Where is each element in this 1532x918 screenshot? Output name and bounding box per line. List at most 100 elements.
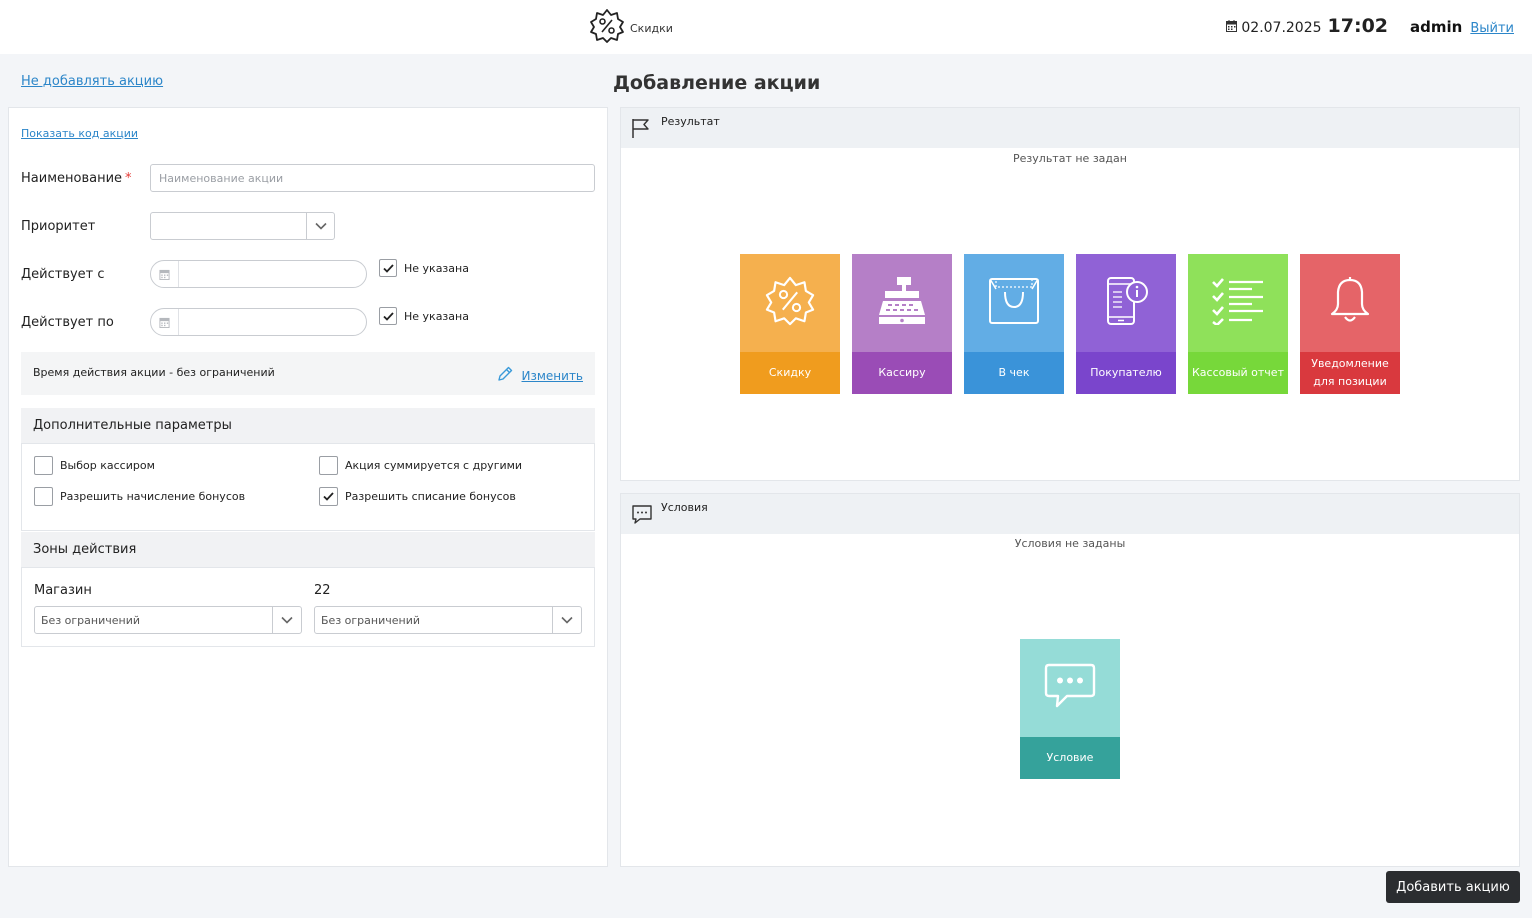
priority-label: Приоритет <box>21 218 96 234</box>
option-label: Разрешить начисление бонусов <box>60 490 246 503</box>
to-date-input[interactable] <box>150 308 367 336</box>
top-bar: Скидки 02.07.2025 17:02 admin Выйти <box>0 0 1532 54</box>
extra-params-body: Выбор кассиром Акция суммируется с други… <box>21 443 595 531</box>
current-time: 17:02 <box>1327 15 1389 37</box>
option-stackable[interactable]: Акция суммируется с другими <box>319 456 522 475</box>
tile-icon-area <box>964 254 1064 352</box>
to-label: Действует по <box>21 314 114 330</box>
result-title: Результат <box>661 115 720 128</box>
flag-icon <box>631 117 651 143</box>
header-right: 02.07.2025 17:02 admin Выйти <box>1226 15 1514 37</box>
result-tile-cash-report[interactable]: Кассовый отчет <box>1188 254 1288 394</box>
extra-params-header: Дополнительные параметры <box>21 408 595 444</box>
option-label: Выбор кассиром <box>60 459 155 472</box>
conditions-header: Условия <box>621 494 1519 534</box>
checkbox-checked[interactable] <box>379 259 397 277</box>
tile-icon-area <box>1300 254 1400 352</box>
shopping-bag-icon <box>988 275 1040 331</box>
app-title: Скидки <box>630 21 673 35</box>
tile-label: Скидку <box>740 352 840 394</box>
result-tile-receipt[interactable]: В чек <box>964 254 1064 394</box>
zones-header: Зоны действия <box>21 532 595 568</box>
promo-form-panel: Показать код акции Наименование* Приорит… <box>8 107 608 867</box>
option-label: Разрешить списание бонусов <box>345 490 516 503</box>
conditions-empty-text: Условия не заданы <box>1014 537 1126 550</box>
tile-label: Условие <box>1020 737 1120 779</box>
result-tile-cashier[interactable]: Кассиру <box>852 254 952 394</box>
show-code-link[interactable]: Показать код акции <box>21 127 138 140</box>
calendar-icon[interactable] <box>151 261 179 287</box>
option-cashier-choice[interactable]: Выбор кассиром <box>34 456 155 475</box>
chat-bubble-icon <box>1043 661 1097 715</box>
checkbox[interactable] <box>34 487 53 506</box>
current-date: 02.07.2025 <box>1241 20 1322 36</box>
pencil-icon <box>496 365 514 386</box>
conditions-title: Условия <box>661 501 708 514</box>
tile-label: Покупателю <box>1076 352 1176 394</box>
zone-22-select[interactable]: Без ограничений <box>314 606 582 634</box>
add-promo-button[interactable]: Добавить акцию <box>1386 871 1520 903</box>
discount-badge-icon <box>589 8 625 48</box>
checklist-icon <box>1212 277 1264 329</box>
tile-label: Уведомление для позиции <box>1300 352 1400 394</box>
result-tile-notification[interactable]: Уведомление для позиции <box>1300 254 1400 394</box>
calendar-icon[interactable] <box>151 309 179 335</box>
priority-row: Приоритет <box>21 212 335 240</box>
from-date-input[interactable] <box>150 260 367 288</box>
validity-text: Время действия акции - без ограничений <box>33 366 275 379</box>
option-allow-bonus-writeoff[interactable]: Разрешить списание бонусов <box>319 487 516 506</box>
name-row: Наименование * <box>21 164 595 192</box>
zone-22-label: 22 <box>314 583 331 598</box>
zones-body: Магазин Без ограничений 22 Без ограничен… <box>21 567 595 647</box>
conditions-panel: Условия Условия не заданы Условие <box>620 493 1520 867</box>
checkbox-checked[interactable] <box>379 307 397 325</box>
result-tile-discount[interactable]: Скидку <box>740 254 840 394</box>
tile-icon-area <box>1076 254 1176 352</box>
name-input[interactable] <box>150 164 595 192</box>
condition-tile[interactable]: Условие <box>1020 639 1120 779</box>
chevron-down-icon <box>306 213 334 239</box>
option-label: Акция суммируется с другими <box>345 459 523 472</box>
required-mark: * <box>125 170 132 186</box>
cancel-add-link[interactable]: Не добавлять акцию <box>21 74 163 89</box>
tile-label: Кассовый отчет <box>1188 352 1288 394</box>
from-not-set-checkbox[interactable]: Не указана <box>379 259 469 277</box>
zone-store-label: Магазин <box>34 583 92 598</box>
option-allow-bonus-accrual[interactable]: Разрешить начисление бонусов <box>34 487 245 506</box>
zone-store-value: Без ограничений <box>41 614 140 627</box>
priority-select[interactable] <box>150 212 335 240</box>
validity-summary: Время действия акции - без ограничений И… <box>21 352 595 395</box>
change-link[interactable]: Изменить <box>522 369 584 383</box>
logout-link[interactable]: Выйти <box>1470 21 1514 36</box>
zone-store-select[interactable]: Без ограничений <box>34 606 302 634</box>
chevron-down-icon <box>272 607 301 633</box>
zone-22-value: Без ограничений <box>321 614 420 627</box>
tile-label: В чек <box>964 352 1064 394</box>
from-row: Действует с Не указана <box>21 259 469 288</box>
chat-icon <box>631 503 653 529</box>
result-header: Результат <box>621 108 1519 148</box>
to-row: Действует по Не указана <box>21 307 469 336</box>
name-label: Наименование * <box>21 170 132 186</box>
app-brand[interactable]: Скидки <box>589 8 673 48</box>
cash-register-icon <box>875 275 929 331</box>
to-not-set-checkbox[interactable]: Не указана <box>379 307 469 325</box>
to-not-set-label: Не указана <box>404 309 469 323</box>
tile-icon-area <box>1020 639 1120 737</box>
discount-icon <box>764 275 816 331</box>
change-validity-button[interactable]: Изменить <box>496 365 584 386</box>
page-title: Добавление акции <box>613 72 821 94</box>
date-display: 02.07.2025 <box>1226 20 1322 36</box>
checkbox-checked[interactable] <box>319 487 338 506</box>
from-label: Действует с <box>21 266 105 282</box>
priority-value <box>151 213 306 239</box>
tile-label: Кассиру <box>852 352 952 394</box>
checkbox[interactable] <box>319 456 338 475</box>
phone-info-icon <box>1100 275 1152 331</box>
result-panel: Результат Результат не задан Скидку Касс… <box>620 107 1520 481</box>
calendar-icon <box>1226 20 1238 36</box>
result-tile-customer[interactable]: Покупателю <box>1076 254 1176 394</box>
tile-icon-area <box>852 254 952 352</box>
checkbox[interactable] <box>34 456 53 475</box>
tile-icon-area <box>740 254 840 352</box>
